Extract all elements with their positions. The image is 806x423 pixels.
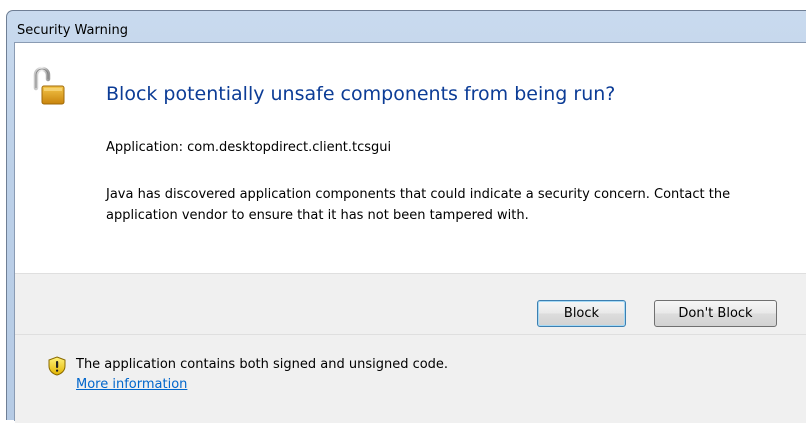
button-bar: Block Don't Block (15, 273, 806, 335)
warning-shield-icon (48, 356, 66, 376)
warning-description: Java has discovered application componen… (106, 187, 731, 223)
dialog-content: Block potentially unsafe components from… (14, 42, 806, 423)
title-bar[interactable]: Security Warning (7, 11, 806, 43)
more-information-link[interactable]: More information (76, 377, 187, 392)
security-warning-dialog: Security Warning Block potentially unsaf… (6, 10, 806, 423)
application-name: Application: com.desktopdirect.client.tc… (106, 140, 392, 155)
padlock-icon (33, 66, 65, 105)
main-panel: Block potentially unsafe components from… (15, 43, 806, 273)
footer-panel: The application contains both signed and… (15, 334, 806, 423)
block-button[interactable]: Block (537, 300, 626, 327)
dont-block-button[interactable]: Don't Block (654, 300, 777, 327)
signed-unsigned-message: The application contains both signed and… (76, 357, 449, 372)
window-title: Security Warning (17, 23, 128, 38)
dialog-heading: Block potentially unsafe components from… (106, 83, 616, 105)
